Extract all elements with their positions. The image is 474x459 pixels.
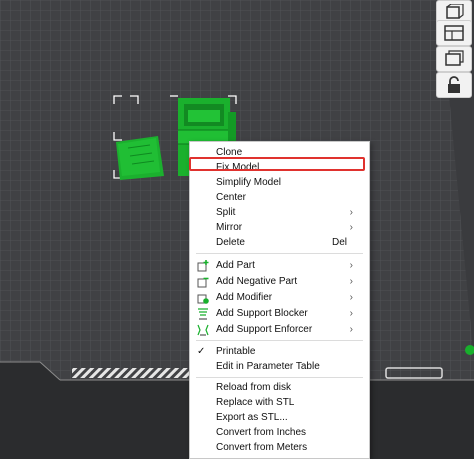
menu-item-reload-from-disk[interactable]: Reload from disk xyxy=(190,380,369,395)
shortcut-label: Del xyxy=(331,237,347,248)
menu-item-edit-parameter-table[interactable]: Edit in Parameter Table xyxy=(190,359,369,374)
chevron-right-icon: › xyxy=(349,260,353,271)
menu-item-replace-with-stl[interactable]: Replace with STL xyxy=(190,395,369,410)
menu-item-export-as-stl[interactable]: Export as STL... xyxy=(190,410,369,425)
chevron-right-icon: › xyxy=(349,222,353,233)
context-menu: Clone Fix Model Simplify Model Center Sp… xyxy=(189,141,370,459)
menu-item-add-negative-part[interactable]: Add Negative Part › xyxy=(190,274,369,289)
menu-item-delete[interactable]: Delete Del xyxy=(190,235,369,250)
chevron-right-icon: › xyxy=(349,207,353,218)
menu-item-convert-from-meters[interactable]: Convert from Meters xyxy=(190,440,369,455)
plate-hatch-label xyxy=(72,368,192,378)
lock-icon[interactable] xyxy=(436,72,472,98)
stack-icon[interactable] xyxy=(436,46,472,72)
menu-separator xyxy=(196,340,363,341)
chevron-right-icon: › xyxy=(349,324,353,335)
menu-item-clone[interactable]: Clone xyxy=(190,145,369,160)
check-icon: ✓ xyxy=(197,346,206,357)
menu-item-convert-from-inches[interactable]: Convert from Inches xyxy=(190,425,369,440)
menu-item-split[interactable]: Split › xyxy=(190,205,369,220)
menu-item-add-support-enforcer[interactable]: Add Support Enforcer › xyxy=(190,322,369,337)
menu-item-printable[interactable]: ✓ Printable xyxy=(190,344,369,359)
menu-separator xyxy=(196,377,363,378)
menu-separator xyxy=(196,253,363,254)
chevron-right-icon: › xyxy=(349,292,353,303)
menu-item-mirror[interactable]: Mirror › xyxy=(190,220,369,235)
menu-item-add-part[interactable]: Add Part › xyxy=(190,258,369,273)
chevron-right-icon: › xyxy=(349,308,353,319)
add-part-icon xyxy=(197,260,209,272)
menu-item-center[interactable]: Center xyxy=(190,190,369,205)
support-blocker-icon xyxy=(198,308,208,320)
support-enforcer-icon xyxy=(197,324,209,336)
layout-icon[interactable] xyxy=(436,20,472,46)
menu-item-add-support-blocker[interactable]: Add Support Blocker › xyxy=(190,306,369,321)
menu-item-simplify-model[interactable]: Simplify Model xyxy=(190,175,369,190)
chevron-right-icon: › xyxy=(349,276,353,287)
add-modifier-icon xyxy=(197,294,209,304)
model-left-block[interactable] xyxy=(116,136,164,180)
add-negative-part-icon xyxy=(197,277,209,288)
menu-item-add-modifier[interactable]: Add Modifier › xyxy=(190,290,369,305)
menu-item-fix-model[interactable]: Fix Model xyxy=(190,160,369,175)
